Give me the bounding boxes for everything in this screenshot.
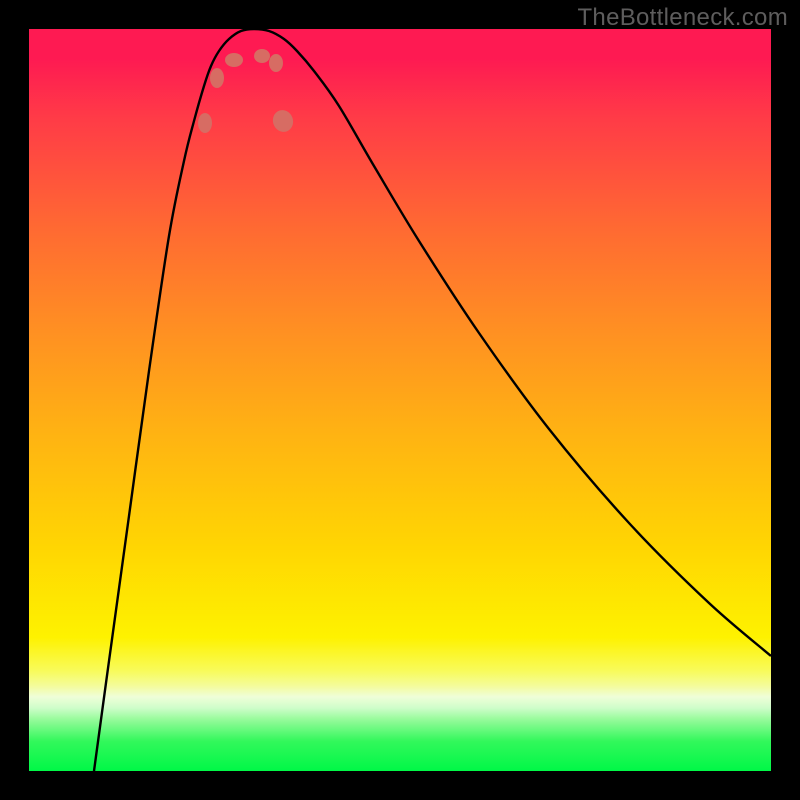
dot-right-upper [270,107,296,135]
dot-right-lower [269,54,283,72]
dot-bottom-1 [225,53,243,67]
watermark-text: TheBottleneck.com [577,4,788,32]
curve-layer [29,29,771,771]
dot-left-upper [198,113,212,133]
chart-area [29,29,771,771]
bottleneck-curve [94,29,771,771]
dot-left-lower [210,68,224,88]
dot-bottom-2 [254,49,270,63]
